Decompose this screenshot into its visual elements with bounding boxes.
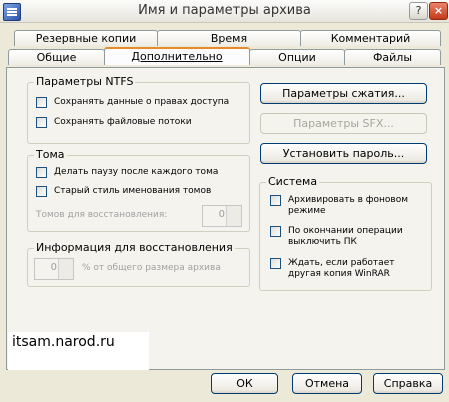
checkbox-box[interactable]	[270, 226, 281, 237]
spinner-arrows-icon[interactable]	[58, 259, 73, 279]
recovery-info-group: Информация для восстановления 0 % от общ…	[27, 241, 250, 287]
ntfs-group: Параметры NTFS Сохранять данные о правах…	[27, 75, 250, 144]
ok-button[interactable]: ОК	[211, 373, 278, 394]
help-title-button[interactable]: ?	[409, 2, 428, 20]
recovery-volumes-spinner[interactable]: 0	[202, 205, 242, 227]
compression-params-button[interactable]: Параметры сжатия...	[260, 83, 427, 104]
tab-backup[interactable]: Резервные копии	[14, 30, 158, 46]
system-group-title: Система	[266, 175, 320, 188]
spinner-arrows-icon[interactable]	[226, 206, 241, 226]
checkbox-box[interactable]	[36, 117, 47, 128]
tab-time[interactable]: Время	[157, 30, 301, 46]
set-password-button[interactable]: Установить пароль...	[260, 143, 427, 164]
tab-comment[interactable]: Комментарий	[300, 30, 441, 46]
pause-checkbox[interactable]: Делать паузу после каждого тома	[36, 167, 218, 178]
title-bar: Имя и параметры архива ? ×	[0, 0, 449, 23]
ntfs-group-title: Параметры NTFS	[34, 75, 136, 88]
watermark-overlay: itsam.narod.ru	[8, 332, 149, 370]
checkbox-box[interactable]	[36, 186, 47, 197]
tab-panel: Параметры NTFS Сохранять данные о правах…	[6, 67, 445, 370]
watermark-text: itsam.narod.ru	[12, 334, 115, 350]
old-style-checkbox[interactable]: Старый стиль именования томов	[36, 186, 211, 197]
recovery-volumes-label: Томов для восстановления:	[36, 210, 168, 220]
sfx-params-button[interactable]: Параметры SFX...	[260, 113, 427, 134]
volumes-group: Тома Делать паузу после каждого тома Ста…	[27, 148, 250, 232]
system-group: Система Архивировать в фоновом режиме По…	[259, 175, 432, 291]
help-button[interactable]: Справка	[373, 373, 443, 394]
checkbox-box[interactable]	[36, 167, 47, 178]
save-streams-checkbox[interactable]: Сохранять файловые потоки	[36, 117, 192, 128]
cancel-button[interactable]: Отмена	[292, 373, 362, 394]
tab-general[interactable]: Общие	[8, 49, 105, 65]
checkbox-box[interactable]	[270, 195, 281, 206]
recovery-percent-spinner[interactable]: 0	[34, 258, 74, 280]
close-button[interactable]: ×	[429, 2, 448, 20]
background-checkbox[interactable]: Архивировать в фоновом режиме	[270, 195, 418, 217]
tab-options[interactable]: Опции	[249, 49, 345, 65]
save-acl-checkbox[interactable]: Сохранять данные о правах доступа	[36, 97, 229, 108]
wait-checkbox[interactable]: Ждать, если работает другая копия WinRAR	[270, 258, 418, 280]
checkbox-box[interactable]	[270, 258, 281, 269]
window-title: Имя и параметры архива	[138, 3, 311, 18]
tab-files[interactable]: Файлы	[344, 49, 441, 65]
tab-advanced[interactable]: Дополнительно	[104, 47, 250, 65]
shutdown-checkbox[interactable]: По окончании операции выключить ПК	[270, 226, 418, 248]
recovery-info-title: Информация для восстановления	[34, 241, 235, 254]
volumes-group-title: Тома	[34, 148, 67, 161]
recovery-percent-suffix: % от общего размера архива	[82, 263, 221, 273]
checkbox-box[interactable]	[36, 97, 47, 108]
